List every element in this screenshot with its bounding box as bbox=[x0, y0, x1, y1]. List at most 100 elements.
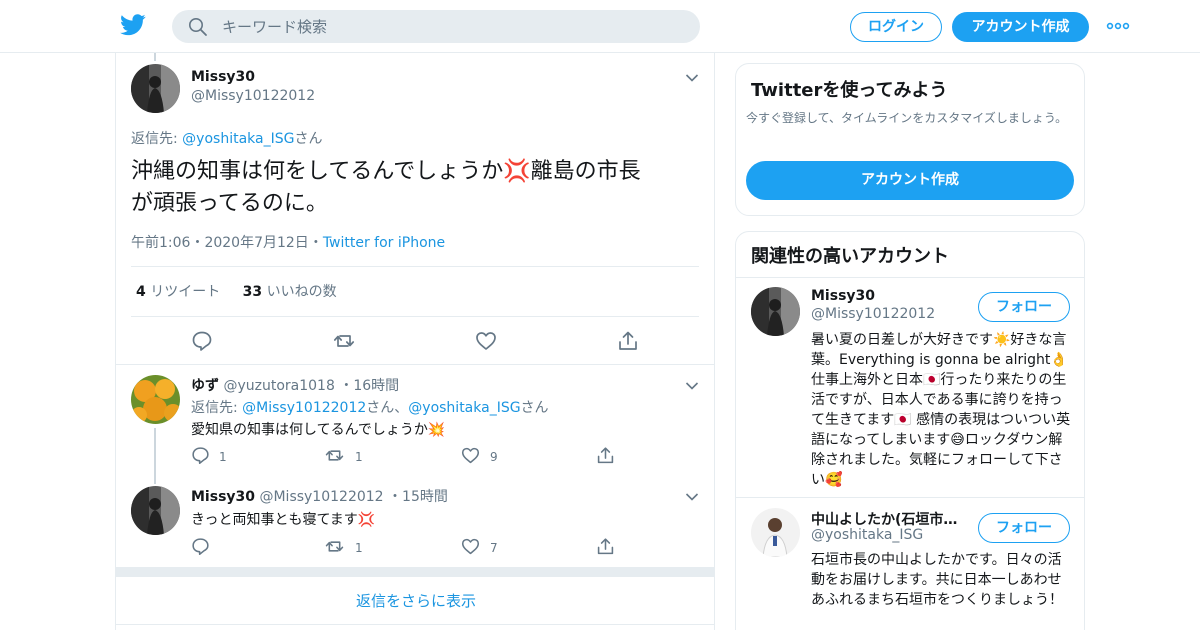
share-icon[interactable] bbox=[596, 446, 615, 465]
separator: ・ bbox=[308, 235, 323, 251]
avatar[interactable] bbox=[751, 287, 800, 336]
reply-icon[interactable] bbox=[191, 537, 210, 556]
anger-icon: 💢 bbox=[503, 159, 531, 184]
retweet-stat[interactable]: 4 リツイート bbox=[136, 284, 220, 300]
avatar-photo bbox=[131, 486, 180, 535]
reply-icon[interactable] bbox=[191, 330, 213, 352]
top-bar: ログイン アカウント作成 bbox=[0, 0, 1200, 53]
like-icon[interactable] bbox=[475, 330, 497, 352]
follow-button[interactable]: フォロー bbox=[978, 513, 1070, 543]
like-count: 33 bbox=[242, 284, 263, 300]
retweet-icon[interactable] bbox=[325, 537, 344, 556]
reply-text: きっと両知事とも寝てます💢 bbox=[191, 509, 375, 529]
section-divider bbox=[116, 567, 714, 577]
divider bbox=[116, 364, 714, 365]
avatar-photo bbox=[751, 287, 800, 336]
card-title: Twitterを使ってみよう bbox=[751, 80, 948, 101]
twitter-bird-icon[interactable] bbox=[120, 13, 146, 37]
account-handle[interactable]: @Missy10122012 bbox=[811, 306, 935, 322]
tweet-author-handle[interactable]: @Missy10122012 bbox=[191, 88, 315, 104]
retweet-count: 4 bbox=[136, 284, 146, 300]
reply-author-name[interactable]: Missy30 bbox=[191, 489, 255, 505]
tweet-author-name[interactable]: Missy30 bbox=[191, 69, 255, 85]
reply-context: 返信先: @yoshitaka_ISGさん bbox=[131, 128, 322, 148]
reply-to-link[interactable]: @yoshitaka_ISG bbox=[408, 400, 520, 416]
tweet-meta: 午前1:06・2020年7月12日・Twitter for iPhone bbox=[131, 232, 445, 252]
divider bbox=[736, 497, 1084, 498]
reply-count: 1 bbox=[219, 450, 227, 464]
reply-context: 返信先: @Missy10122012さん、@yoshitaka_ISGさん bbox=[191, 397, 549, 417]
login-button[interactable]: ログイン bbox=[850, 12, 942, 42]
share-icon[interactable] bbox=[617, 330, 639, 352]
reply-time[interactable]: 16時間 bbox=[353, 378, 399, 394]
reply-author-handle[interactable]: @yuzutora1018 bbox=[223, 378, 334, 394]
tweet-time[interactable]: 午前1:06 bbox=[131, 235, 190, 251]
avatar[interactable] bbox=[131, 486, 180, 535]
avatar-photo bbox=[131, 375, 180, 424]
like-icon[interactable] bbox=[461, 446, 480, 465]
tweet-source-link[interactable]: Twitter for iPhone bbox=[323, 235, 445, 251]
tweet-text-part: が頑張ってるのに。 bbox=[131, 191, 328, 216]
account-name[interactable]: Missy30 bbox=[811, 288, 875, 304]
reply-text: 愛知県の知事は何してるんでしょうか💥 bbox=[191, 419, 445, 439]
thread-line bbox=[154, 428, 156, 484]
account-handle[interactable]: @yoshitaka_ISG bbox=[811, 527, 923, 543]
retweet-icon[interactable] bbox=[325, 446, 344, 465]
follow-button[interactable]: フォロー bbox=[978, 292, 1070, 322]
thread-line bbox=[154, 53, 156, 61]
signup-promo-card: Twitterを使ってみよう 今すぐ登録して、タイムラインをカスタマイズしましょ… bbox=[735, 63, 1085, 216]
show-more-replies-link[interactable]: 返信をさらに表示 bbox=[116, 578, 714, 624]
reply-suffix: さん bbox=[294, 131, 323, 147]
tweet-stats: 4 リツイート 33 いいねの数 bbox=[136, 281, 337, 301]
search-box[interactable] bbox=[172, 10, 700, 43]
like-label: いいねの数 bbox=[266, 284, 337, 300]
chevron-down-icon[interactable] bbox=[685, 381, 699, 391]
more-icon[interactable] bbox=[1106, 18, 1130, 34]
reply-author-name[interactable]: ゆず bbox=[191, 378, 219, 394]
chevron-down-icon[interactable] bbox=[685, 492, 699, 502]
tweet-text-part: 離島の市長 bbox=[530, 159, 641, 184]
divider bbox=[131, 316, 699, 317]
retweet-count: 1 bbox=[355, 541, 363, 555]
avatar-photo bbox=[751, 508, 800, 557]
avatar[interactable] bbox=[131, 64, 180, 113]
reply-prefix: 返信先: bbox=[131, 131, 178, 147]
like-count: 9 bbox=[490, 450, 498, 464]
reply-header: Missy30 @Missy10122012 ・15時間 bbox=[191, 489, 448, 505]
divider bbox=[736, 277, 1084, 278]
separator: ・ bbox=[190, 235, 205, 251]
search-input[interactable] bbox=[222, 10, 682, 43]
account-bio: 石垣市長の中山よしたかです。日々の活動をお届けします。共に日本一しあわせあふれる… bbox=[811, 552, 1063, 608]
tweet-text-part: 沖縄の知事は何をしてるんでしょうか bbox=[131, 159, 504, 184]
divider bbox=[116, 624, 714, 625]
tweet-date[interactable]: 2020年7月12日 bbox=[204, 235, 308, 251]
reply-prefix: 返信先: bbox=[191, 400, 238, 416]
divider bbox=[131, 266, 699, 267]
retweet-icon[interactable] bbox=[333, 330, 355, 352]
avatar[interactable] bbox=[751, 508, 800, 557]
reply-time[interactable]: 15時間 bbox=[402, 489, 448, 505]
like-icon[interactable] bbox=[461, 537, 480, 556]
signup-button[interactable]: アカウント作成 bbox=[952, 12, 1089, 42]
tweet-text: 沖縄の知事は何をしてるんでしょうか💢離島の市長 が頑張ってるのに。 bbox=[131, 156, 691, 220]
reply-text-part: きっと両知事とも寝てます bbox=[191, 512, 358, 528]
account-bio: 暑い夏の日差しが大好きです☀️好きな言葉。Everything is gonna… bbox=[811, 332, 1071, 488]
anger-icon: 💢 bbox=[357, 512, 376, 528]
card-title: 関連性の高いアカウント bbox=[751, 246, 949, 267]
reply-header: ゆず @yuzutora1018 ・16時間 bbox=[191, 378, 400, 394]
related-accounts-card: 関連性の高いアカウント Missy30 @Missy10122012 フォロー … bbox=[735, 231, 1085, 630]
collision-icon: 💥 bbox=[427, 422, 446, 438]
reply-to-link[interactable]: @yoshitaka_ISG bbox=[182, 131, 294, 147]
reply-author-handle[interactable]: @Missy10122012 bbox=[259, 489, 383, 505]
tweet-column: Missy30 @Missy10122012 返信先: @yoshitaka_I… bbox=[115, 53, 715, 630]
avatar[interactable] bbox=[131, 375, 180, 424]
account-name[interactable]: 中山よしたか(石垣市… bbox=[811, 509, 957, 529]
reply-icon[interactable] bbox=[191, 446, 210, 465]
signup-button[interactable]: アカウント作成 bbox=[746, 161, 1074, 200]
like-stat[interactable]: 33 いいねの数 bbox=[243, 284, 337, 300]
search-icon bbox=[189, 18, 207, 36]
share-icon[interactable] bbox=[596, 537, 615, 556]
like-count: 7 bbox=[490, 541, 498, 555]
chevron-down-icon[interactable] bbox=[685, 73, 699, 83]
reply-to-link[interactable]: @Missy10122012 bbox=[242, 400, 366, 416]
